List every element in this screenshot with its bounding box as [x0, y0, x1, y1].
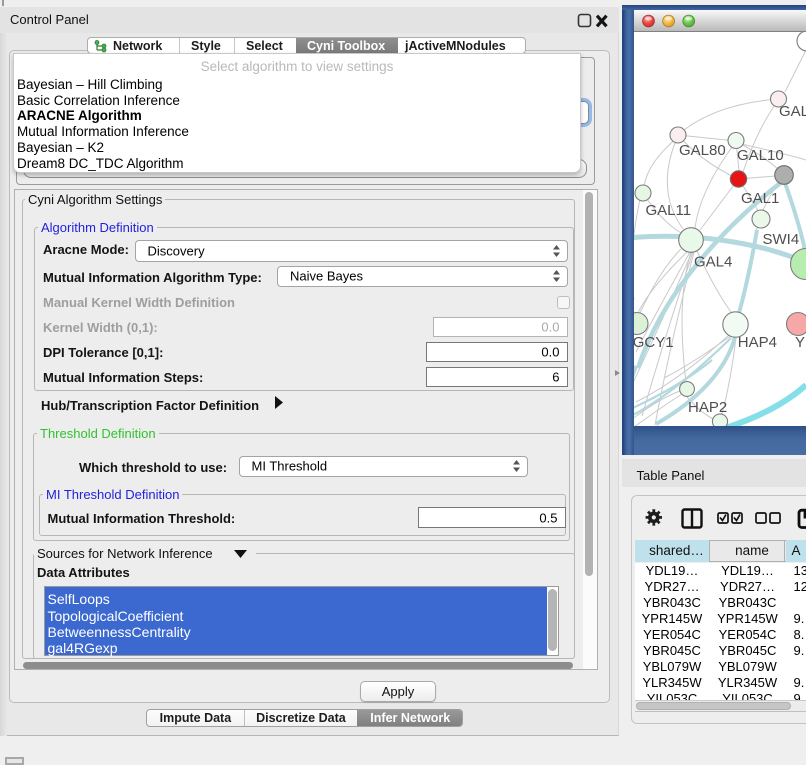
svg-text:SWI4: SWI4	[763, 231, 800, 248]
svg-text:GAL80: GAL80	[679, 142, 726, 159]
svg-text:GAL4: GAL4	[694, 254, 732, 271]
svg-text:GCY1: GCY1	[634, 334, 674, 351]
svg-text:HAP2: HAP2	[688, 399, 727, 416]
svg-text:Y: Y	[795, 334, 805, 351]
svg-text:GAL10: GAL10	[737, 147, 784, 164]
svg-text:HAP4: HAP4	[738, 334, 777, 351]
svg-text:GAL11: GAL11	[646, 202, 692, 219]
svg-text:GAL: GAL	[779, 103, 806, 120]
svg-text:GAL1: GAL1	[741, 190, 779, 207]
